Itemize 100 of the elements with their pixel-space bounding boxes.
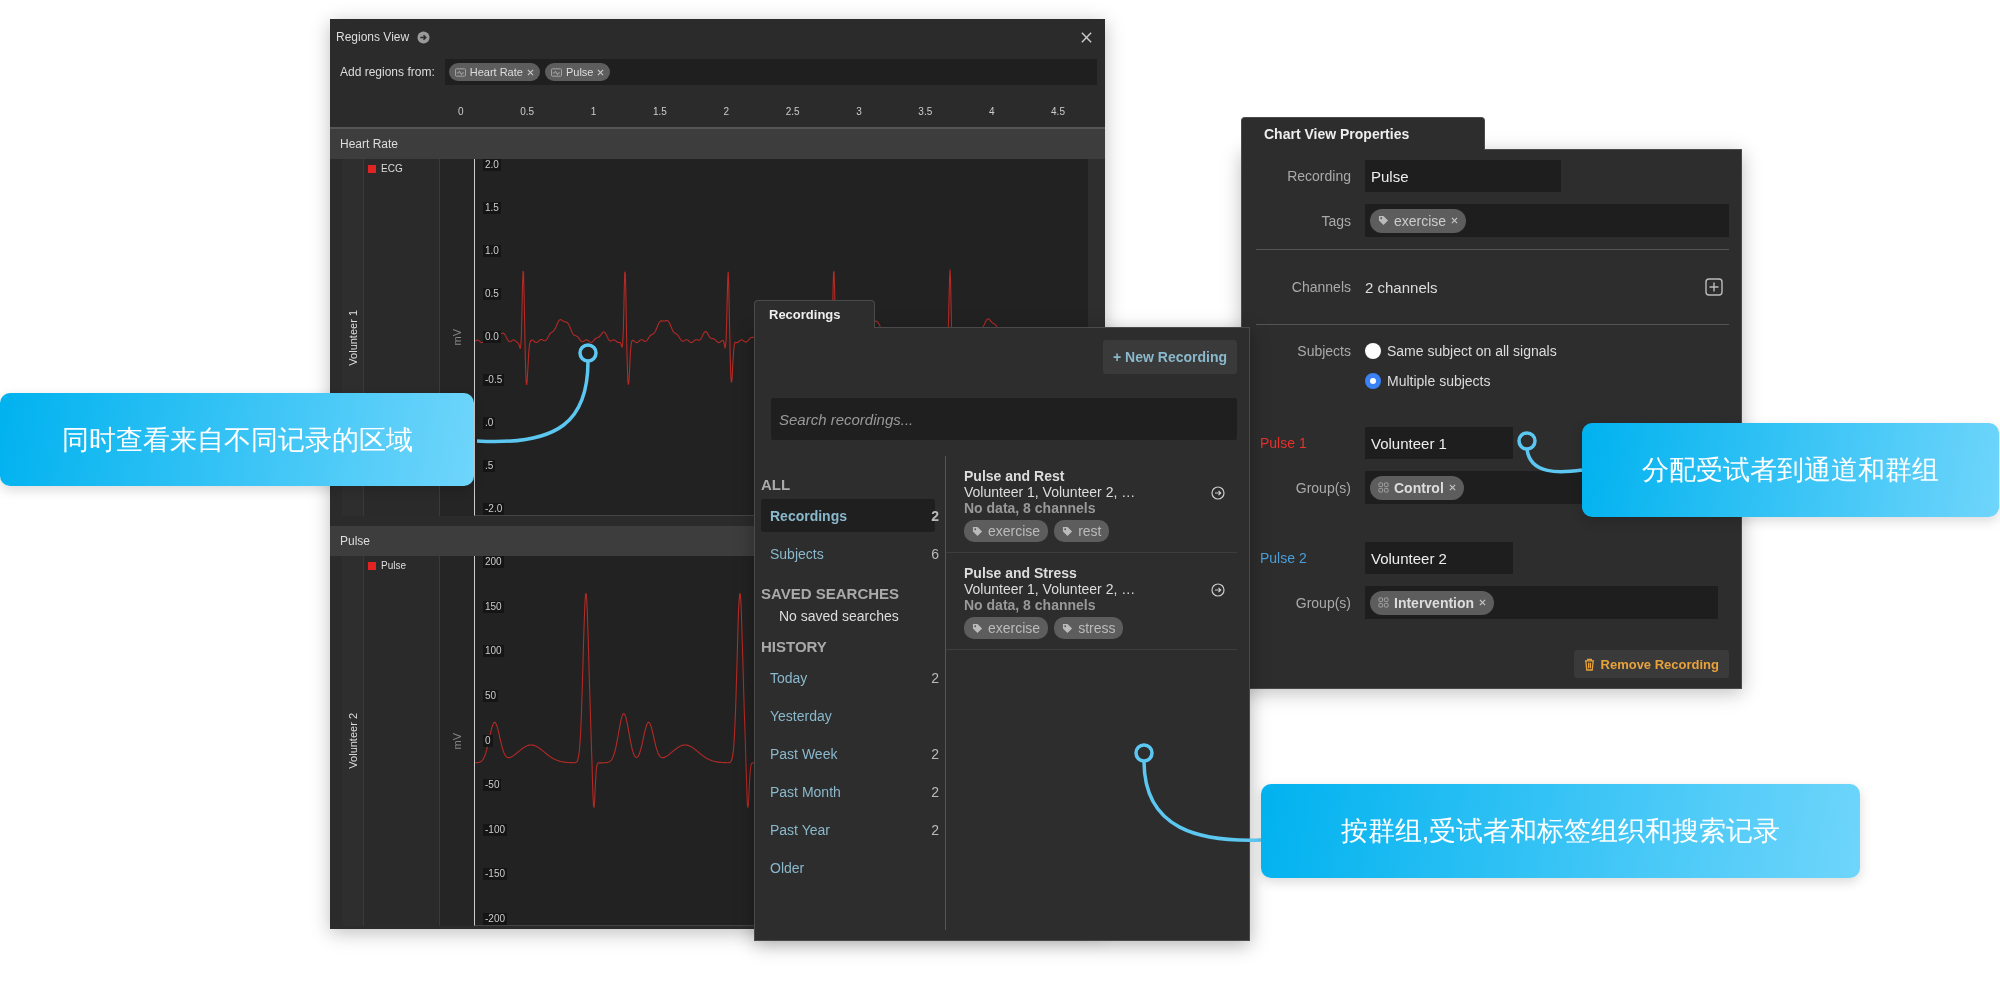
callout-text: 同时查看来自不同记录的区域 (61, 423, 413, 457)
axis-tick-label: .0 (483, 417, 496, 429)
tag-chip[interactable]: stress (1054, 617, 1124, 639)
axis-tick-label: -100 (483, 823, 507, 836)
close-icon[interactable] (1080, 30, 1093, 44)
tag-chip[interactable]: rest (1054, 520, 1110, 542)
axis-tick-label: 3 (856, 106, 862, 119)
trash-icon (1583, 657, 1595, 671)
source-chip[interactable]: Pulse (544, 63, 611, 81)
axis-tick-label: 1.5 (483, 202, 501, 214)
axis-tick-label: -50 (483, 779, 502, 792)
remove-icon[interactable] (597, 68, 605, 76)
axis-tick-label: -150 (483, 868, 507, 881)
empty-message: No saved searches (778, 608, 900, 626)
signal-name: Pulse 1 (1259, 435, 1308, 451)
groups-field[interactable]: Intervention (1365, 586, 1718, 619)
axis-tick-label: 100 (483, 645, 504, 658)
axis-tick-label: -200 (483, 913, 507, 925)
tag-chip[interactable]: exercise (1370, 208, 1467, 233)
sidebar-item[interactable]: Yesterday (761, 699, 935, 732)
tag-icon (1062, 622, 1074, 634)
axis-tick-label: 1.0 (483, 245, 501, 257)
recording-item[interactable]: Pulse and Rest Volunteer 1, Volunteer 2, … No data, 8 channels exercise rest (946, 456, 1237, 553)
section-heading: ALL (761, 475, 792, 495)
radio-option[interactable]: Multiple subjects (1365, 373, 1557, 389)
axis-tick-label: 0.5 (520, 106, 535, 119)
subject-label: Volunteer 1 (346, 309, 359, 366)
add-regions-label: Add regions from: (340, 65, 435, 79)
recording-item[interactable]: Pulse and Stress Volunteer 1, Volunteer 2, … No data, 8 channels exercise stress (946, 553, 1237, 650)
axis-tick-label: 4 (988, 106, 995, 119)
legend-swatch-icon (368, 561, 376, 570)
section-heading: SAVED SEARCHES (761, 584, 901, 604)
axis-tick-label: 0.5 (483, 288, 501, 300)
group-chip[interactable]: Control (1370, 475, 1464, 500)
axis-tick-label: 1 (590, 106, 597, 119)
tag-icon (972, 622, 983, 634)
leader-line (1517, 431, 1583, 474)
axis-tick-label: 50 (483, 689, 499, 702)
legend-label: ECG (381, 163, 403, 174)
callout-text: 按群组,受试者和标签组织和搜索记录 (1340, 815, 1781, 848)
axis-tick-label: 3.5 (918, 106, 933, 119)
panel-tab[interactable]: Recordings (754, 300, 875, 328)
remove-recording-button[interactable]: Remove Recording (1573, 650, 1729, 678)
axis-tick-label: 4.5 (1051, 106, 1065, 119)
tag-chip[interactable]: exercise (964, 520, 1049, 542)
field-label: Channels (1290, 279, 1351, 295)
unit-label: mV (451, 732, 463, 750)
axis-tick-label: -0.5 (483, 374, 505, 386)
remove-icon[interactable] (1479, 599, 1487, 606)
axis-tick-label: 2.0 (483, 159, 501, 171)
field-label: Group(s) (1294, 594, 1351, 611)
tag-chip[interactable]: exercise (964, 617, 1049, 639)
arrow-circle-icon[interactable] (1211, 486, 1225, 500)
axis-tick-label: .5 (483, 460, 496, 472)
chart-icon (550, 67, 562, 77)
group-chip[interactable]: Intervention (1370, 590, 1495, 615)
grid-icon (1378, 482, 1389, 493)
subject-field[interactable]: Volunteer 1 (1365, 427, 1513, 459)
axis-tick-label: 1.5 (652, 106, 667, 119)
regions-source-field[interactable]: Heart Rate Pulse (444, 59, 1097, 85)
sidebar-item[interactable]: Older (761, 851, 935, 884)
axis-tick-label: 150 (483, 600, 504, 613)
grid-icon (1378, 597, 1389, 608)
arrow-circle-icon[interactable] (417, 30, 431, 44)
axis-tick-label: -2.0 (483, 503, 505, 515)
track-title: Pulse (340, 534, 371, 548)
subject-field[interactable]: Volunteer 2 (1365, 542, 1513, 574)
source-chip[interactable]: Heart Rate (448, 63, 540, 81)
subject-label: Volunteer 2 (346, 713, 359, 769)
add-icon[interactable] (1705, 278, 1723, 296)
axis-tick-label: 200 (483, 556, 504, 568)
field-label: Subjects (1296, 343, 1351, 359)
section-heading: HISTORY (761, 637, 828, 657)
radio-option[interactable]: Same subject on all signals (1365, 343, 1557, 359)
panel-tab[interactable]: Chart View Properties (1241, 117, 1485, 150)
field-label: Recording (1286, 168, 1351, 184)
tags-field[interactable]: exercise (1365, 204, 1729, 237)
remove-icon[interactable] (1451, 217, 1459, 224)
window-title: Regions View (336, 30, 410, 44)
track-title: Heart Rate (340, 137, 399, 151)
remove-icon[interactable] (526, 68, 534, 76)
legend-label: Pulse (381, 560, 406, 571)
radio-button[interactable] (1365, 373, 1381, 389)
axis-tick-label: 2.5 (785, 106, 800, 119)
axis-tick-label: 0 (458, 106, 464, 119)
axis-tick-label: 0.0 (483, 331, 501, 343)
legend-swatch-icon (368, 164, 376, 173)
recording-name-field[interactable]: Pulse (1365, 160, 1561, 192)
search-field[interactable]: Search recordings... (771, 398, 1237, 440)
chart-icon (454, 67, 466, 77)
tag-icon (1062, 525, 1074, 537)
new-recording-button[interactable]: + New Recording (1103, 340, 1237, 374)
arrow-circle-icon[interactable] (1211, 583, 1225, 597)
field-label: Group(s) (1294, 479, 1351, 496)
field-label: Tags (1320, 212, 1351, 229)
unit-label: mV (451, 329, 463, 346)
tag-icon (972, 525, 983, 537)
axis-tick-label: 0 (483, 734, 493, 747)
radio-button[interactable] (1365, 343, 1381, 359)
remove-icon[interactable] (1448, 484, 1456, 491)
